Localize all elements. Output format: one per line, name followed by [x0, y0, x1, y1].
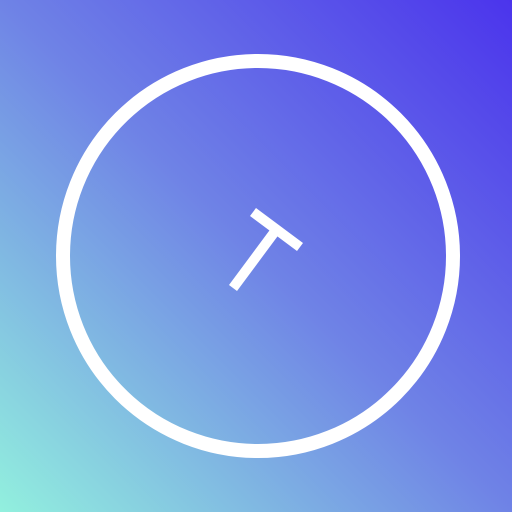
- clock-ring-icon: [0, 0, 512, 512]
- app-icon: [0, 0, 512, 512]
